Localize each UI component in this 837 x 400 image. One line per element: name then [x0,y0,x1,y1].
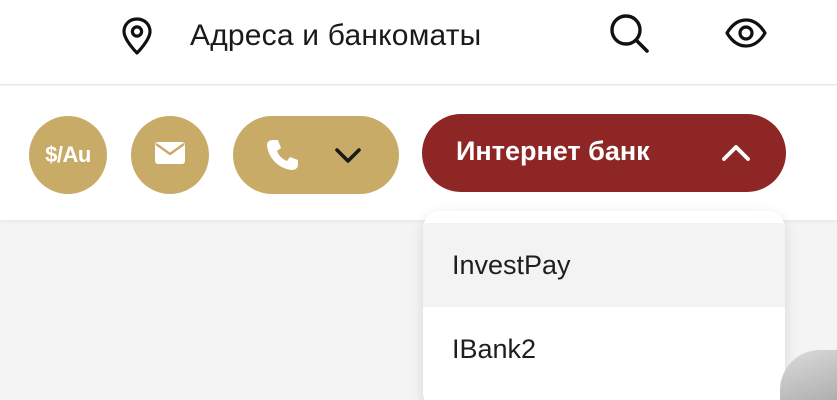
chevron-down-icon [333,140,363,170]
internet-bank-button[interactable]: Интернет банк [422,114,786,192]
mail-button[interactable] [131,116,209,194]
eye-icon [724,17,768,53]
addresses-atms-label: Адреса и банкоматы [190,19,482,52]
mail-icon [154,141,186,170]
addresses-atms-link[interactable]: Адреса и банкоматы [116,14,481,58]
chevron-up-icon [720,138,752,168]
menu-item-investpay[interactable]: InvestPay [423,223,785,307]
internet-bank-dropdown: InvestPay IBank2 [423,211,785,400]
phone-icon [263,136,301,174]
location-pin-icon [116,14,158,58]
exchange-rates-label: $/Au [45,142,91,167]
exchange-rates-button[interactable]: $/Au [29,116,107,194]
internet-bank-label: Интернет банк [456,136,650,166]
search-button[interactable] [605,12,653,58]
menu-item-ibank2[interactable]: IBank2 [423,307,785,391]
search-icon [607,11,651,60]
accessibility-view-button[interactable] [720,12,772,58]
phone-menu-button[interactable] [233,116,399,194]
background-image-fragment [780,350,837,400]
top-header: Адреса и банкоматы [0,0,837,85]
